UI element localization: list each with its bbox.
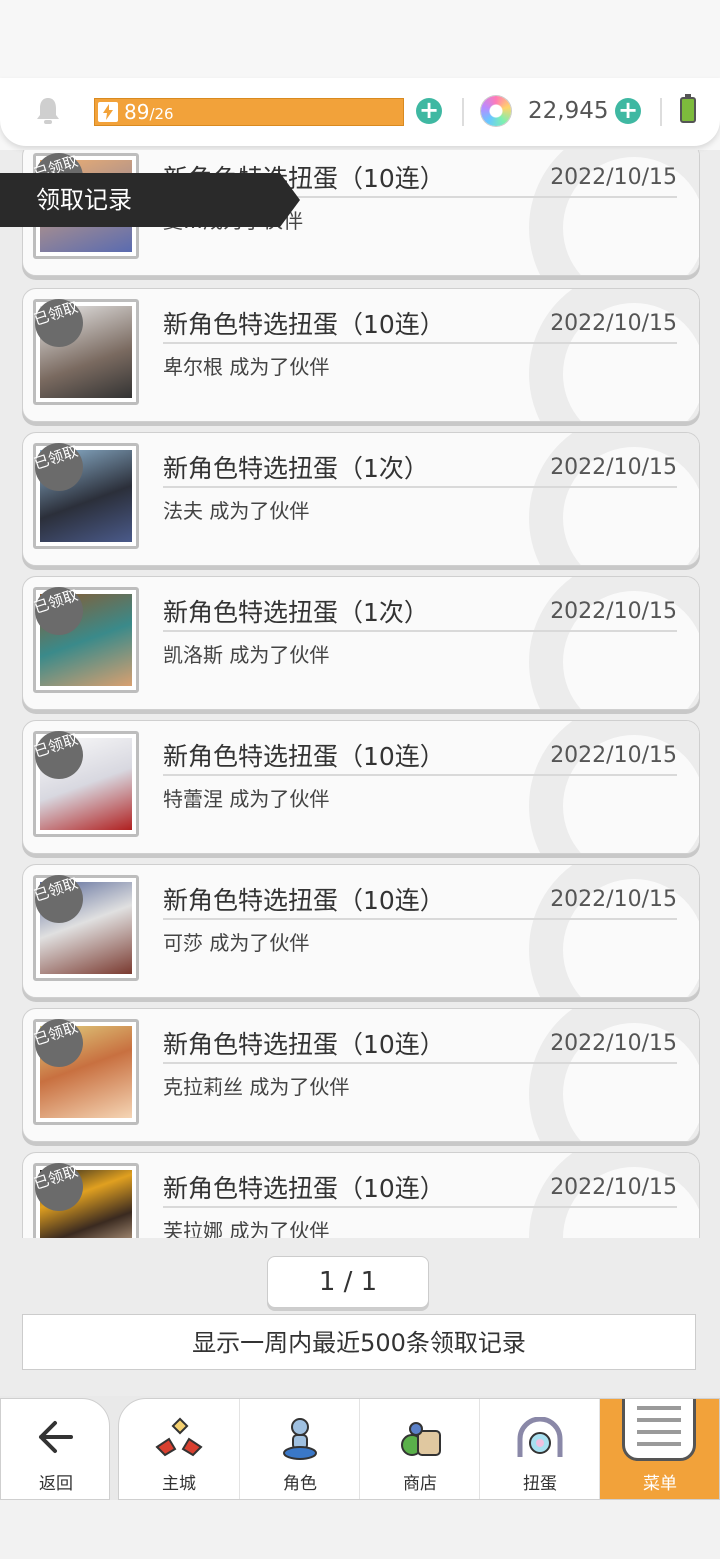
gem-count: 22,945 — [528, 98, 609, 124]
record-title: 新角色特选扭蛋（10连） — [163, 310, 445, 339]
record-date: 2022/10/15 — [550, 599, 677, 624]
divider — [163, 486, 677, 488]
card-emblem — [529, 721, 699, 853]
record-title: 新角色特选扭蛋（10连） — [163, 1174, 445, 1203]
divider — [163, 774, 677, 776]
bell-icon[interactable] — [34, 96, 62, 126]
record-card[interactable]: 已领取 新角色特选扭蛋（10连） 2022/10/15 芙拉娜 成为了伙伴 — [22, 1152, 700, 1238]
record-date: 2022/10/15 — [550, 455, 677, 480]
nav-label: 角色 — [283, 1474, 317, 1494]
arrow-left-icon — [35, 1417, 75, 1464]
divider — [163, 1206, 677, 1208]
record-subtitle: 克拉莉丝 成为了伙伴 — [163, 1075, 350, 1099]
record-title: 新角色特选扭蛋（10连） — [163, 1030, 445, 1059]
divider — [163, 630, 677, 632]
record-title: 新角色特选扭蛋（1次） — [163, 598, 429, 627]
gacha-icon — [517, 1417, 563, 1457]
record-card[interactable]: 已领取 新角色特选扭蛋（1次） 2022/10/15 凯洛斯 成为了伙伴 — [22, 576, 700, 710]
page-title: 领取记录 — [36, 186, 132, 214]
record-subtitle: 可莎 成为了伙伴 — [163, 931, 310, 955]
back-label: 返回 — [39, 1474, 73, 1494]
record-card[interactable]: 已领取 新角色特选扭蛋（1次） 2022/10/15 法夫 成为了伙伴 — [22, 432, 700, 566]
nav-item-menu[interactable]: 菜单 — [599, 1399, 719, 1499]
nav-label: 主城 — [162, 1474, 196, 1494]
record-title: 新角色特选扭蛋（10连） — [163, 742, 445, 771]
add-gems-button[interactable]: + — [615, 98, 641, 124]
nav-item-shop[interactable]: 商店 — [359, 1399, 479, 1499]
battery-icon — [680, 94, 696, 123]
record-list[interactable]: 已领取 新角色特选扭蛋（10连） 2022/10/15 雯…成为了伙伴 已领取 … — [0, 150, 720, 1238]
record-date: 2022/10/15 — [550, 887, 677, 912]
page-indicator: 1 / 1 — [267, 1256, 429, 1308]
lightning-icon — [98, 102, 118, 122]
card-emblem — [529, 433, 699, 565]
card-emblem — [529, 289, 699, 421]
nav-label: 菜单 — [643, 1474, 677, 1494]
record-notice: 显示一周内最近500条领取记录 — [22, 1314, 696, 1370]
castle-icon — [155, 1417, 203, 1457]
menu-icon — [622, 1399, 696, 1461]
record-title: 新角色特选扭蛋（10连） — [163, 886, 445, 915]
gem-icon — [481, 96, 511, 126]
shop-icon — [401, 1422, 441, 1456]
nav-label: 商店 — [403, 1474, 437, 1494]
record-date: 2022/10/15 — [550, 1175, 677, 1200]
record-date: 2022/10/15 — [550, 743, 677, 768]
back-button[interactable]: 返回 — [0, 1398, 110, 1500]
divider — [163, 1062, 677, 1064]
nav-label: 扭蛋 — [523, 1474, 557, 1494]
record-subtitle: 凯洛斯 成为了伙伴 — [163, 643, 330, 667]
add-stamina-button[interactable]: + — [416, 98, 442, 124]
record-subtitle: 法夫 成为了伙伴 — [163, 499, 310, 523]
character-icon — [283, 1418, 317, 1460]
record-subtitle: 卑尔根 成为了伙伴 — [163, 355, 330, 379]
record-card[interactable]: 已领取 新角色特选扭蛋（10连） 2022/10/15 可莎 成为了伙伴 — [22, 864, 700, 998]
record-subtitle: 特蕾涅 成为了伙伴 — [163, 787, 330, 811]
record-card[interactable]: 已领取 新角色特选扭蛋（10连） 2022/10/15 特蕾涅 成为了伙伴 — [22, 720, 700, 854]
stamina-bar: 89/26 — [94, 98, 404, 126]
card-emblem — [529, 865, 699, 997]
record-card[interactable]: 已领取 新角色特选扭蛋（10连） 2022/10/15 克拉莉丝 成为了伙伴 — [22, 1008, 700, 1142]
divider — [462, 98, 464, 126]
card-emblem — [529, 1009, 699, 1141]
bottom-nav: 主城 角色 商店 扭蛋 菜单 — [118, 1398, 720, 1500]
card-emblem — [529, 577, 699, 709]
system-bar — [0, 1500, 720, 1559]
record-subtitle: 芙拉娜 成为了伙伴 — [163, 1219, 330, 1238]
record-date: 2022/10/15 — [550, 1031, 677, 1056]
record-title: 新角色特选扭蛋（1次） — [163, 454, 429, 483]
nav-item-gacha[interactable]: 扭蛋 — [479, 1399, 599, 1499]
stamina-value: 89/26 — [124, 100, 174, 124]
nav-item-main-city[interactable]: 主城 — [119, 1399, 239, 1499]
divider — [163, 342, 677, 344]
divider — [163, 918, 677, 920]
record-card[interactable]: 已领取 新角色特选扭蛋（10连） 2022/10/15 卑尔根 成为了伙伴 — [22, 288, 700, 422]
page-title-ribbon: 领取记录 — [0, 173, 300, 227]
divider — [660, 98, 662, 126]
record-date: 2022/10/15 — [550, 165, 677, 190]
record-date: 2022/10/15 — [550, 311, 677, 336]
nav-item-characters[interactable]: 角色 — [239, 1399, 359, 1499]
